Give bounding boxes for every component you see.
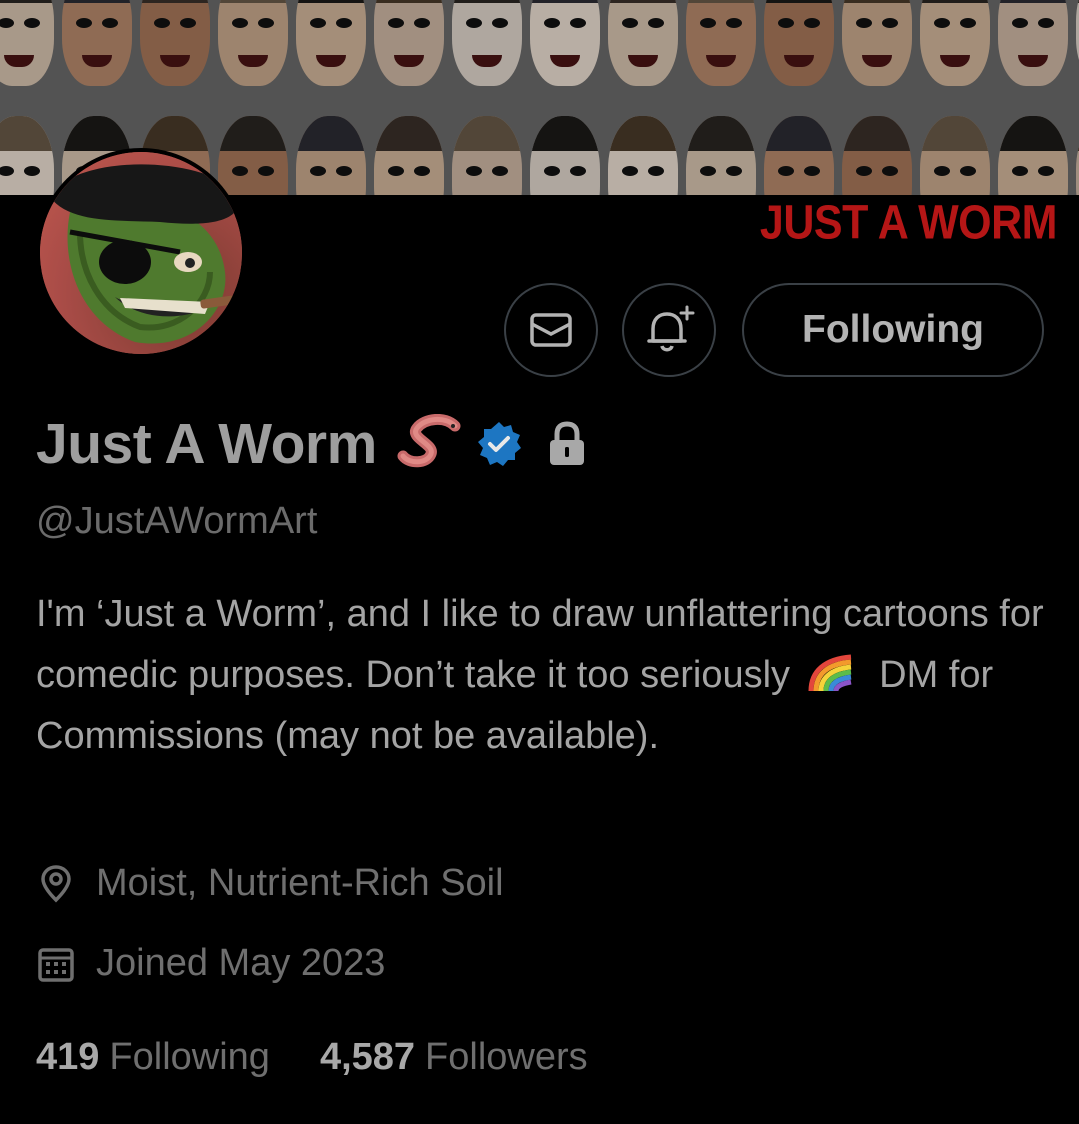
followers-stat[interactable]: 4,587 Followers <box>320 1036 588 1079</box>
avatar[interactable] <box>36 148 246 358</box>
followers-label: Followers <box>425 1036 588 1078</box>
stats-row: 419 Following 4,587 Followers <box>36 1036 588 1079</box>
following-label: Following <box>109 1036 270 1078</box>
following-button[interactable]: Following <box>742 283 1044 377</box>
following-count: 419 <box>36 1036 100 1078</box>
handle: @JustAWormArt <box>36 500 318 542</box>
following-button-label: Following <box>802 308 984 351</box>
following-stat[interactable]: 419 Following <box>36 1036 270 1079</box>
calendar-icon <box>38 947 74 982</box>
name-row: Just A Worm <box>36 404 587 484</box>
worm-emoji-icon <box>397 414 461 468</box>
rainbow-emoji-icon <box>808 654 852 692</box>
joined-row: Joined May 2023 <box>36 942 385 985</box>
bio: I'm ‘Just a Worm’, and I like to draw un… <box>36 584 1046 767</box>
lock-icon <box>549 421 584 465</box>
joined-text: Joined May 2023 <box>96 942 386 984</box>
location-text: Moist, Nutrient-Rich Soil <box>96 862 504 904</box>
message-button[interactable] <box>504 283 598 377</box>
location-row: Moist, Nutrient-Rich Soil <box>36 862 504 905</box>
display-name: Just A Worm <box>36 412 377 476</box>
bell-plus-icon <box>647 305 695 352</box>
avatar-worm-character <box>50 164 242 344</box>
followers-count: 4,587 <box>319 1036 416 1078</box>
profile-page: JUST A WORM Following Just A Worm @JustA… <box>0 0 1079 1124</box>
notifications-button[interactable] <box>622 283 716 377</box>
envelope-icon <box>530 313 572 347</box>
banner-title: JUST A WORM <box>759 196 1058 250</box>
location-pin-icon <box>41 864 71 902</box>
verified-badge-icon[interactable] <box>475 420 523 468</box>
